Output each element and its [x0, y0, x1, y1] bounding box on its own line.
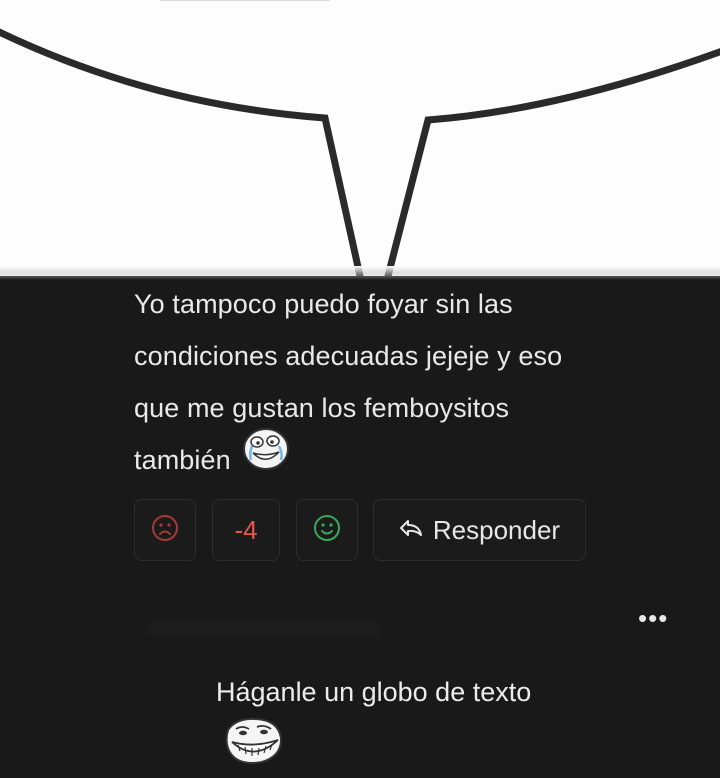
comment-line: también — [134, 445, 231, 475]
comment: Yo tampoco puedo foyar sin las condicion… — [134, 278, 674, 489]
reply-button[interactable]: Responder — [373, 499, 586, 561]
score-display: -4 — [212, 499, 280, 561]
comment-line: Yo tampoco puedo foyar sin las — [134, 289, 513, 319]
collapsed-thread-placeholder — [150, 620, 380, 638]
reply-comment: Háganle un globo de texto — [216, 672, 696, 712]
score-value: -4 — [234, 514, 258, 545]
comment-line: condiciones adecuadas jejeje y eso — [134, 341, 563, 371]
comment-text: Yo tampoco puedo foyar sin las condicion… — [134, 278, 674, 489]
page: Yo tampoco puedo foyar sin las condicion… — [0, 0, 720, 778]
speech-bubble-outline — [0, 0, 720, 276]
troll-face-icon — [222, 716, 284, 771]
dislike-button[interactable] — [134, 499, 196, 561]
sad-face-icon — [151, 514, 179, 547]
reply-label: Responder — [432, 514, 561, 545]
speech-bubble-image — [0, 0, 720, 276]
comment-line: que me gustan los femboysitos — [134, 393, 510, 423]
crying-laughing-rage-face-icon — [241, 426, 291, 489]
like-button[interactable] — [296, 499, 358, 561]
more-options-button[interactable]: ••• — [638, 605, 668, 631]
reply-arrow-icon — [399, 518, 423, 543]
reply-text: Háganle un globo de texto — [216, 677, 532, 707]
happy-face-icon — [313, 514, 341, 547]
